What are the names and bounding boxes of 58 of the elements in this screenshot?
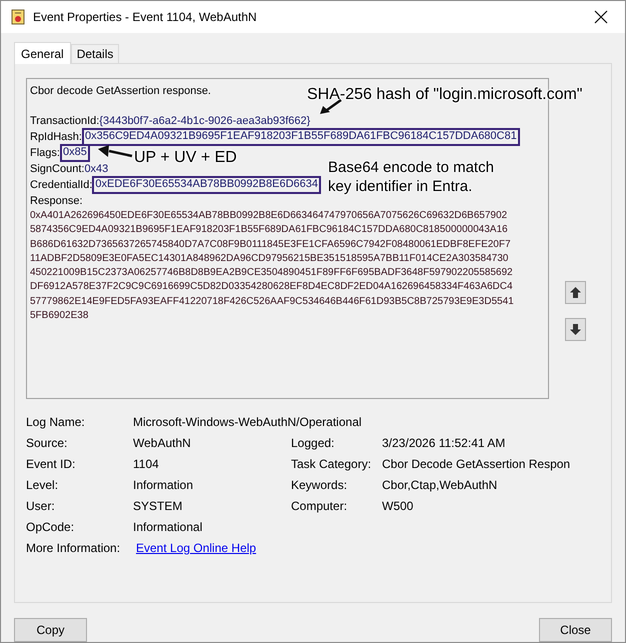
field-value: 0x43	[84, 162, 108, 177]
property-label: Keywords:	[291, 478, 348, 492]
response-hex-line: 5FB6902E38	[30, 309, 88, 324]
property-value: W500	[382, 499, 414, 513]
response-hex-line: DF6912A578E37F2C9C9C6916699C5D82D03354280628EF8D4EC8DF2ED04A162696458334F463A6DC4	[30, 280, 513, 294]
event-log-icon	[10, 9, 26, 25]
property-value: Cbor,Ctap,WebAuthN	[382, 478, 498, 492]
previous-event-button[interactable]	[565, 281, 586, 304]
response-hex-line: 450221009B15C2373A06257746B8D8B9EA2B9CE3504890451F89FF6F695BADF3648F597902205585692	[30, 266, 513, 280]
property-label: User:	[26, 499, 56, 513]
annotation-arrow	[97, 144, 133, 160]
next-event-button[interactable]	[565, 318, 586, 341]
response-hex-line: B686D61632D7365637265745840D7A7C08F9B0111845E3FE1CFA6596C7942F08480061EDBF8EFE20F7	[30, 238, 511, 252]
property-value: Informational	[133, 520, 202, 534]
property-label: More Information:	[26, 541, 122, 555]
annotation-text: Base64 encode to match key identifier in Entra.	[328, 158, 495, 196]
property-value: SYSTEM	[133, 499, 182, 513]
property-value: Microsoft-Windows-WebAuthN/Operational	[133, 415, 362, 429]
down-arrow-icon	[570, 324, 581, 335]
field-label: SignCount:	[30, 162, 84, 177]
response-hex-line: 11ADBF2D5809E3E0FA5EC14301A848962DA96CD97956215BE351518595A7BB11F014CE2A303584730	[30, 252, 508, 266]
dialog-button[interactable]: Close	[539, 618, 612, 642]
response-label: Response:	[30, 194, 84, 209]
field-value: 0xEDE6F30E65534AB78BB0992B8E6D6634	[92, 176, 321, 194]
up-arrow-icon	[570, 287, 581, 298]
description-heading: Cbor decode GetAssertion response.	[30, 84, 211, 99]
field-label: Flags:	[30, 146, 60, 161]
property-label: OpCode:	[26, 520, 76, 534]
annotation-arrow	[319, 99, 343, 115]
response-hex-line: 57779862E14E9FED5FA93EAFF41220718F426C526AAF9C534646B446F61D93B5C8B725793E9E3D5541	[30, 294, 514, 309]
property-value: 1104	[133, 457, 159, 471]
property-label: Log Name:	[26, 415, 86, 429]
field-value: 0x356C9ED4A09321B9695F1EAF918203F1B55F689DA61FBC96184C157DDA680C81	[82, 128, 520, 146]
field-value: 0x85	[60, 144, 90, 162]
property-label: Event ID:	[26, 457, 76, 471]
response-hex-line: 0xA401A262696450EDE6F30E65534AB78BB0992B8E6D663464747970656A7075626C69632D6B657902	[30, 209, 508, 223]
property-label: Computer:	[291, 499, 348, 513]
property-value: 3/23/2026 11:52:41 AM	[382, 436, 506, 450]
annotation-text: SHA-256 hash of "login.microsoft.com"	[307, 85, 584, 105]
field-label: CredentialId:	[30, 178, 92, 193]
property-label: Level:	[26, 478, 60, 492]
field-value: {3443b0f7-a6a2-4b1c-9026-aea3ab93f662}	[99, 114, 310, 129]
close-icon	[594, 10, 608, 24]
window-title: Event Properties - Event 1104, WebAuthN	[33, 9, 257, 26]
field-label: TransactionId:	[30, 114, 100, 129]
field-label: RpIdHash:	[30, 130, 82, 145]
property-value: WebAuthN	[133, 436, 191, 450]
response-hex-line: 5874356C9ED4A09321B9695F1EAF918203F1B55F689DA61FBC96184C157DDA680C818500000043A16	[30, 223, 508, 238]
property-value: Information	[133, 478, 194, 492]
property-label: Logged:	[291, 436, 336, 450]
property-label: Source:	[26, 436, 68, 450]
annotation-text: UP + UV + ED	[134, 148, 238, 168]
tab[interactable]: Details	[70, 44, 120, 63]
property-label: Task Category:	[291, 457, 372, 471]
help-link[interactable]: Event Log Online Help	[136, 541, 256, 555]
dialog-button[interactable]: Copy	[14, 618, 87, 642]
tab[interactable]: General	[14, 42, 71, 64]
property-value: Cbor Decode GetAssertion Respon	[382, 457, 570, 471]
